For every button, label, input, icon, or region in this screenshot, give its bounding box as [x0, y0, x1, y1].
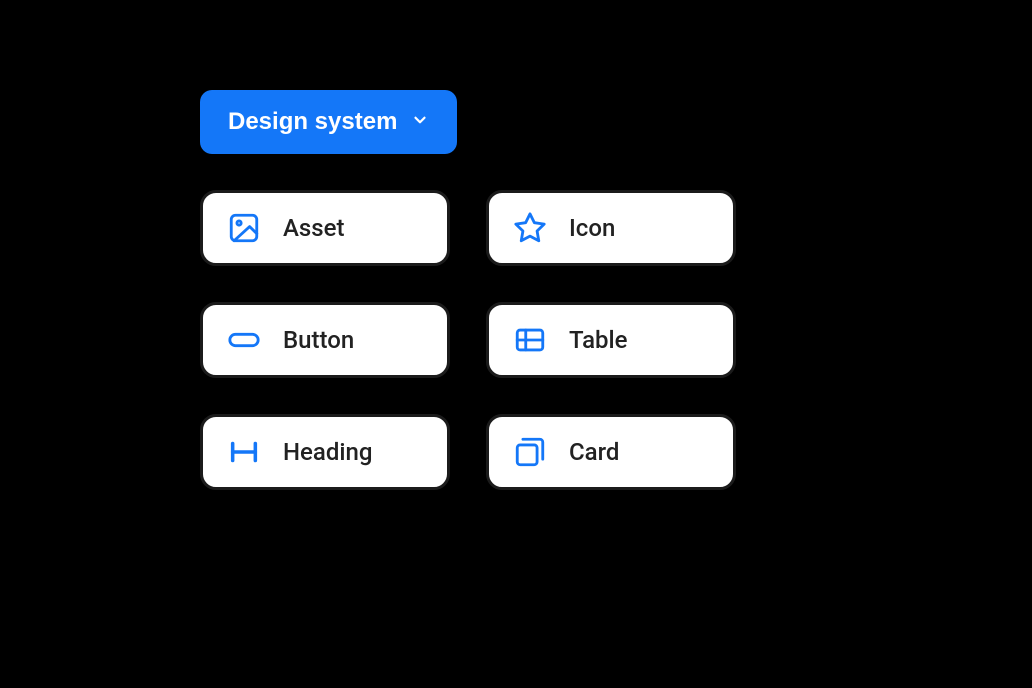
card-label: Heading [283, 438, 372, 466]
icon-card[interactable]: Icon [486, 190, 736, 266]
asset-card[interactable]: Asset [200, 190, 450, 266]
component-grid: Asset Icon Button [200, 190, 736, 490]
dropdown-label: Design system [228, 108, 397, 136]
design-system-dropdown[interactable]: Design system [200, 90, 457, 154]
table-icon [513, 323, 547, 357]
card-card[interactable]: Card [486, 414, 736, 490]
card-label: Card [569, 438, 619, 466]
star-icon [513, 211, 547, 245]
button-card[interactable]: Button [200, 302, 450, 378]
card-icon [513, 435, 547, 469]
card-label: Icon [569, 214, 615, 242]
table-card[interactable]: Table [486, 302, 736, 378]
heading-icon [227, 435, 261, 469]
chevron-down-icon [411, 108, 429, 136]
heading-card[interactable]: Heading [200, 414, 450, 490]
image-icon [227, 211, 261, 245]
card-label: Button [283, 326, 354, 354]
card-label: Asset [283, 214, 344, 242]
pill-icon [227, 323, 261, 357]
card-label: Table [569, 326, 627, 354]
